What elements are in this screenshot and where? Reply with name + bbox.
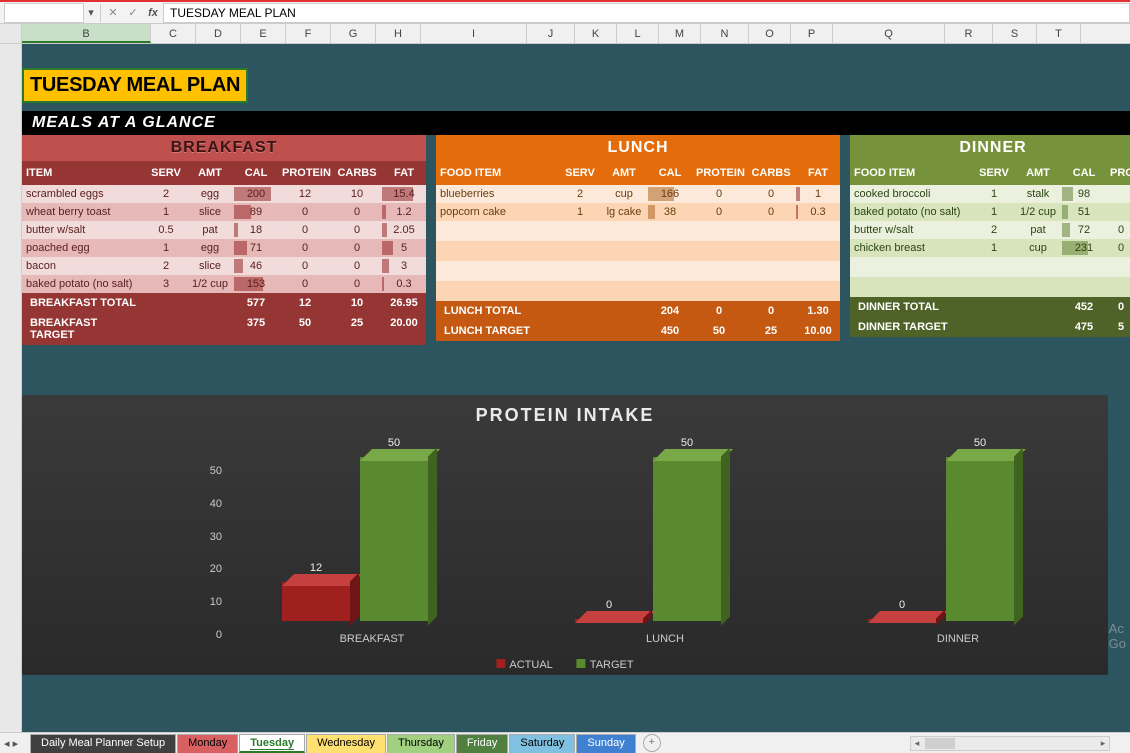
table-row[interactable]: baked potato (no salt)31/2 cup153000.3 xyxy=(22,275,426,293)
column-header-T[interactable]: T xyxy=(1037,24,1081,43)
bar-target: 50 xyxy=(653,457,721,621)
column-header-O[interactable]: O xyxy=(749,24,791,43)
table-row[interactable]: blueberries2cup166001 xyxy=(436,185,840,203)
table-row[interactable] xyxy=(436,221,840,241)
dinner-total: DINNER TOTAL4520 xyxy=(850,297,1130,317)
breakfast-table: BREAKFASTITEMSERVAMTCALPROTEINCARBSFATsc… xyxy=(22,135,426,345)
column-header-Q[interactable]: Q xyxy=(833,24,945,43)
table-row[interactable]: wheat berry toast1slice89001.2 xyxy=(22,203,426,221)
column-header-S[interactable]: S xyxy=(993,24,1037,43)
sheet-tab-daily-meal-planner-setup[interactable]: Daily Meal Planner Setup xyxy=(30,734,176,753)
column-header-K[interactable]: K xyxy=(575,24,617,43)
sheet-tab-sunday[interactable]: Sunday xyxy=(576,734,635,753)
table-row[interactable]: baked potato (no salt)11/2 cup51 xyxy=(850,203,1130,221)
table-row[interactable]: bacon2slice46003 xyxy=(22,257,426,275)
table-row[interactable]: popcorn cake1lg cake38000.3 xyxy=(436,203,840,221)
select-all-corner[interactable] xyxy=(0,24,22,43)
row-headers[interactable] xyxy=(0,44,22,732)
page-title-cell[interactable]: TUESDAY MEAL PLAN xyxy=(22,68,248,103)
column-header-F[interactable]: F xyxy=(286,24,331,43)
bar-group-lunch: 050LUNCH xyxy=(575,459,755,621)
cancel-edit-icon[interactable]: ✕ xyxy=(103,6,123,19)
sheet-tab-wednesday[interactable]: Wednesday xyxy=(306,734,386,753)
column-header-J[interactable]: J xyxy=(527,24,575,43)
column-header-C[interactable]: C xyxy=(151,24,196,43)
column-header-E[interactable]: E xyxy=(241,24,286,43)
table-row[interactable]: butter w/salt2pat720 xyxy=(850,221,1130,239)
table-row[interactable] xyxy=(436,241,840,261)
dinner-target: DINNER TARGET4755 xyxy=(850,317,1130,337)
column-headers: BCDEFGHIJKLMNOPQRST xyxy=(0,24,1130,44)
bar-group-dinner: 050DINNER xyxy=(868,459,1048,621)
table-row[interactable]: butter w/salt0.5pat18002.05 xyxy=(22,221,426,239)
column-header-B[interactable]: B xyxy=(22,24,151,43)
bar-target: 50 xyxy=(946,457,1014,621)
sheet-tab-tuesday[interactable]: Tuesday xyxy=(239,734,305,753)
lunch-header: LUNCH xyxy=(436,135,840,161)
table-row[interactable]: chicken breast1cup2310 xyxy=(850,239,1130,257)
table-row[interactable] xyxy=(850,257,1130,277)
column-header-D[interactable]: D xyxy=(196,24,241,43)
lunch-table: LUNCHFOOD ITEMSERVAMTCALPROTEINCARBSFATb… xyxy=(436,135,840,345)
add-sheet-button[interactable]: + xyxy=(643,734,661,752)
formula-bar: ▾ ✕ ✓ fx TUESDAY MEAL PLAN xyxy=(0,0,1130,24)
column-header-M[interactable]: M xyxy=(659,24,701,43)
name-box[interactable] xyxy=(4,3,84,23)
bar-actual: 0 xyxy=(575,619,643,621)
protein-chart[interactable]: PROTEIN INTAKE 01020304050 1250BREAKFAST… xyxy=(22,395,1108,675)
column-header-N[interactable]: N xyxy=(701,24,749,43)
activate-watermark: Ac Go xyxy=(1109,621,1126,651)
column-header-G[interactable]: G xyxy=(331,24,376,43)
dinner-table: DINNERFOOD ITEMSERVAMTCALPROcooked brocc… xyxy=(850,135,1130,345)
breakfast-total: BREAKFAST TOTAL577121026.95 xyxy=(22,293,426,313)
sheet-tab-bar: ◂ ▸ Daily Meal Planner SetupMondayTuesda… xyxy=(0,732,1130,753)
sheet-tab-monday[interactable]: Monday xyxy=(177,734,238,753)
lunch-total: LUNCH TOTAL204001.30 xyxy=(436,301,840,321)
chart-title: PROTEIN INTAKE xyxy=(476,405,655,426)
name-box-dropdown[interactable]: ▾ xyxy=(84,6,98,19)
column-header-L[interactable]: L xyxy=(617,24,659,43)
confirm-edit-icon[interactable]: ✓ xyxy=(123,6,143,19)
fx-icon[interactable]: fx xyxy=(143,7,163,19)
table-row[interactable] xyxy=(850,277,1130,297)
column-header-R[interactable]: R xyxy=(945,24,993,43)
tab-nav[interactable]: ◂ ▸ xyxy=(4,737,18,750)
column-header-I[interactable]: I xyxy=(421,24,527,43)
column-header-P[interactable]: P xyxy=(791,24,833,43)
dinner-header: DINNER xyxy=(850,135,1130,161)
sheet-tab-friday[interactable]: Friday xyxy=(456,734,509,753)
chart-legend: ACTUALTARGET xyxy=(496,659,633,671)
column-header-H[interactable]: H xyxy=(376,24,421,43)
bar-group-breakfast: 1250BREAKFAST xyxy=(282,459,462,621)
bar-target: 50 xyxy=(360,457,428,621)
table-row[interactable]: scrambled eggs2egg200121015.4 xyxy=(22,185,426,203)
formula-input[interactable]: TUESDAY MEAL PLAN xyxy=(163,3,1130,23)
subtitle-bar: MEALS AT A GLANCE xyxy=(22,111,1130,135)
table-row[interactable] xyxy=(436,261,840,281)
lunch-target: LUNCH TARGET450502510.00 xyxy=(436,321,840,341)
worksheet-area[interactable]: TUESDAY MEAL PLAN MEALS AT A GLANCE BREA… xyxy=(0,44,1130,732)
horizontal-scrollbar[interactable]: ◂ ▸ xyxy=(910,736,1110,751)
table-row[interactable]: poached egg1egg71005 xyxy=(22,239,426,257)
sheet-tab-thursday[interactable]: Thursday xyxy=(387,734,455,753)
table-row[interactable] xyxy=(436,281,840,301)
breakfast-target: BREAKFAST TARGET375502520.00 xyxy=(22,313,426,345)
bar-actual: 12 xyxy=(282,582,350,621)
bar-actual: 0 xyxy=(868,619,936,621)
breakfast-header: BREAKFAST xyxy=(22,135,426,161)
table-row[interactable]: cooked broccoli1stalk98 xyxy=(850,185,1130,203)
sheet-tab-saturday[interactable]: Saturday xyxy=(509,734,575,753)
